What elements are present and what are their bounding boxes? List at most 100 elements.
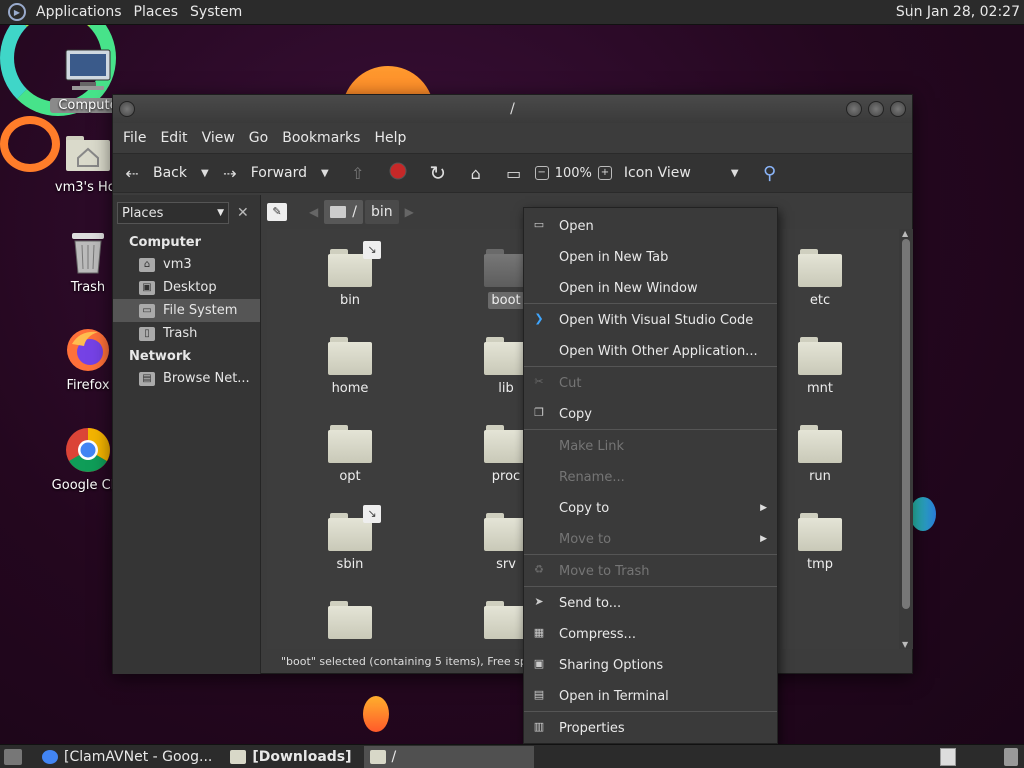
distro-logo-icon[interactable]: ▶ — [8, 3, 26, 21]
window-titlebar[interactable]: / — [113, 95, 912, 123]
menu-item-copy[interactable]: ❐ Copy — [524, 401, 777, 427]
menu-item-send-to[interactable]: ➤ Send to... — [524, 590, 777, 616]
open-icon: ▭ — [533, 218, 545, 231]
breadcrumb-bin[interactable]: bin — [364, 200, 399, 224]
scroll-down-icon[interactable]: ▼ — [902, 640, 908, 649]
menu-item-copy-to[interactable]: Copy to ▶ — [524, 495, 777, 521]
zoom-out-icon[interactable]: − — [534, 166, 549, 180]
sidebar-item-file-system[interactable]: ▭ File System — [113, 299, 260, 322]
home-icon[interactable]: ⌂ — [465, 164, 487, 183]
menu-item-open-with-other-application[interactable]: Open With Other Application... — [524, 338, 777, 364]
menu-view[interactable]: View — [196, 130, 241, 146]
breadcrumb-root[interactable]: / — [324, 200, 363, 224]
close-sidebar-icon[interactable]: ✕ — [237, 205, 249, 221]
path-scroll-right-icon[interactable]: ▶ — [405, 205, 414, 219]
home-folder-icon: ⌂ — [139, 257, 155, 272]
sidebar-item-browse-network[interactable]: ▤ Browse Net... — [113, 367, 260, 390]
zoom-level: 100% — [554, 165, 592, 181]
edit-location-icon[interactable]: ✎ — [267, 203, 287, 221]
menu-item-properties[interactable]: ▥ Properties — [524, 715, 777, 741]
sidebar-item-trash[interactable]: ▯ Trash — [113, 322, 260, 345]
task-root-folder[interactable]: / — [363, 745, 534, 768]
task-downloads[interactable]: [Downloads] — [224, 746, 357, 768]
menu-file[interactable]: File — [117, 130, 152, 146]
desktop-folder-icon: ▣ — [139, 280, 155, 295]
folder-item[interactable]: ↘ bin — [305, 241, 395, 308]
menu-item-label: Rename... — [559, 469, 625, 485]
path-scroll-left-icon[interactable]: ◀ — [309, 205, 318, 219]
menu-bookmarks[interactable]: Bookmarks — [276, 130, 366, 146]
menu-edit[interactable]: Edit — [154, 130, 193, 146]
symlink-arrow-icon: ↘ — [363, 505, 381, 523]
menu-item-open-with-visual-studio-code[interactable]: ❯ Open With Visual Studio Code — [524, 307, 777, 333]
menu-help[interactable]: Help — [368, 130, 412, 146]
folder-label: proc — [491, 469, 521, 484]
places-selector[interactable]: Places ▼ — [117, 202, 229, 224]
folder-icon — [484, 337, 528, 375]
folder-icon — [484, 513, 528, 551]
bottom-panel: [ClamAVNet - Goog... [Downloads] / — [0, 744, 1024, 768]
menu-item-label: Move to — [559, 531, 612, 547]
menu-item-cut: ✂ Cut — [524, 370, 777, 396]
folder-icon — [798, 425, 842, 463]
show-desktop-icon[interactable] — [4, 748, 22, 765]
up-arrow-icon[interactable]: ⇧ — [347, 164, 369, 183]
folder-item[interactable]: etc — [775, 249, 865, 308]
forward-history-chevron-down-icon[interactable]: ▼ — [321, 168, 329, 179]
stop-icon[interactable] — [387, 162, 409, 184]
folder-item[interactable] — [305, 601, 395, 645]
forward-button[interactable]: ⇢ Forward — [219, 164, 307, 183]
submenu-arrow-icon: ▶ — [760, 534, 767, 544]
folder-label: srv — [496, 557, 516, 572]
folder-item[interactable]: home — [305, 337, 395, 396]
menu-item-label: Compress... — [559, 626, 636, 642]
window-menu-icon[interactable] — [119, 101, 135, 117]
menu-places[interactable]: Places — [128, 4, 185, 20]
sidebar-category-computer: Computer — [129, 235, 202, 250]
computer-icon[interactable]: ▭ — [503, 164, 525, 183]
back-history-chevron-down-icon[interactable]: ▼ — [201, 168, 209, 179]
close-button[interactable] — [890, 101, 906, 117]
menu-applications[interactable]: Applications — [30, 4, 128, 20]
sidebar-item-desktop[interactable]: ▣ Desktop — [113, 276, 260, 299]
menu-item-open-in-terminal[interactable]: ▤ Open in Terminal — [524, 683, 777, 709]
minimize-button[interactable] — [846, 101, 862, 117]
view-mode-selector[interactable]: Icon View — [624, 165, 691, 181]
menu-item-label: Sharing Options — [559, 657, 664, 673]
sidebar-item-vm3[interactable]: ⌂ vm3 — [113, 253, 260, 276]
trash-applet-icon[interactable] — [1004, 748, 1018, 766]
back-button[interactable]: ⇠ Back — [121, 164, 187, 183]
maximize-button[interactable] — [868, 101, 884, 117]
folder-icon — [328, 425, 372, 463]
sidebar-item-label: File System — [163, 303, 238, 318]
folder-item[interactable]: opt — [305, 425, 395, 484]
menu-item-move-to-trash: ♻ Move to Trash — [524, 558, 777, 584]
clock[interactable]: Sun Jan 28, 02:27 — [896, 4, 1020, 20]
zoom-in-icon[interactable]: + — [597, 166, 612, 180]
scroll-up-icon[interactable]: ▲ — [902, 229, 908, 238]
menu-item-open-in-new-window[interactable]: Open in New Window — [524, 275, 777, 301]
menu-go[interactable]: Go — [243, 130, 274, 146]
trash-icon — [64, 228, 112, 276]
menu-item-sharing-options[interactable]: ▣ Sharing Options — [524, 652, 777, 678]
folder-item[interactable]: mnt — [775, 337, 865, 396]
search-icon[interactable]: ⚲ — [759, 163, 781, 184]
menu-item-open[interactable]: ▭ Open — [524, 213, 777, 239]
task-label: [Downloads] — [252, 748, 352, 765]
menu-item-compress[interactable]: ▦ Compress... — [524, 621, 777, 647]
reload-icon[interactable]: ↻ — [427, 161, 449, 185]
menu-item-open-in-new-tab[interactable]: Open in New Tab — [524, 244, 777, 270]
workspace-switcher[interactable] — [940, 748, 956, 766]
vertical-scrollbar[interactable]: ▲ ▼ — [899, 229, 913, 649]
folder-icon — [798, 513, 842, 551]
folder-item[interactable]: ↘ sbin — [305, 505, 395, 572]
scrollbar-thumb[interactable] — [902, 239, 910, 609]
sidebar: Places ▼ ✕ Computer ⌂ vm3 ▣ Desktop ▭ Fi… — [113, 195, 261, 674]
folder-item[interactable]: run — [775, 425, 865, 484]
computer-icon — [64, 46, 112, 94]
menu-system[interactable]: System — [184, 4, 248, 20]
view-mode-chevron-down-icon[interactable]: ▼ — [731, 168, 739, 179]
folder-item[interactable]: tmp — [775, 513, 865, 572]
breadcrumb-root-label: / — [352, 204, 357, 220]
task-chrome[interactable]: [ClamAVNet - Goog... — [36, 746, 218, 768]
